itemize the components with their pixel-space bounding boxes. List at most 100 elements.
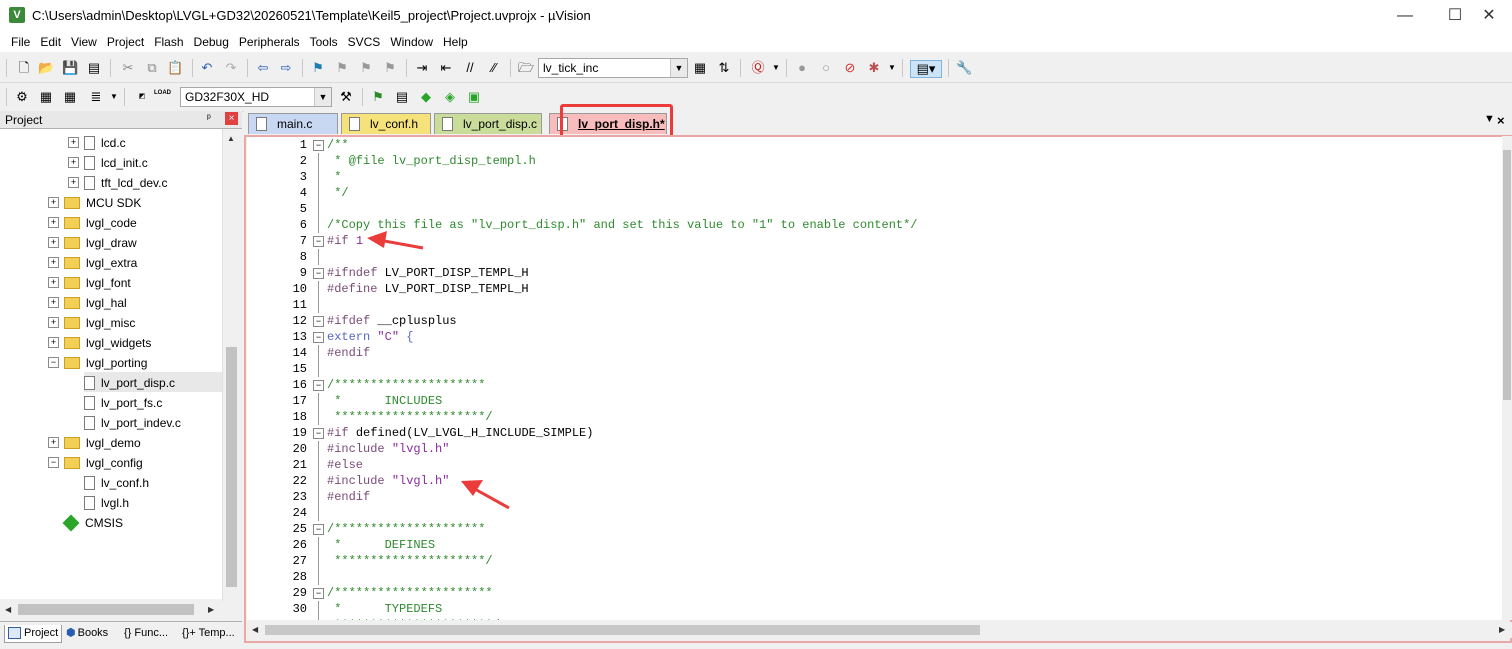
wrench-icon[interactable]: 🔧 <box>956 60 972 76</box>
tree-item-lv-port-fs-c[interactable]: lv_port_fs.c <box>84 392 162 412</box>
tab-lv-port-disp-c[interactable]: lv_port_disp.c <box>434 113 542 134</box>
copy-icon[interactable]: ⧉ <box>144 60 160 76</box>
manage-components-icon[interactable]: ▤ <box>394 89 410 105</box>
scrollbar-thumb[interactable] <box>1503 150 1511 400</box>
target-options-icon[interactable]: ⚒ <box>338 89 354 105</box>
disable-breakpoint-icon[interactable]: ○ <box>818 60 834 76</box>
menu-tools[interactable]: Tools <box>305 32 343 49</box>
target-combo[interactable]: GD32F30X_HD ▼ <box>180 87 332 107</box>
scrollbar-thumb[interactable] <box>265 625 980 635</box>
tree-item-lvgl-demo[interactable]: + lvgl_demo <box>48 432 141 452</box>
expand-icon[interactable]: + <box>48 317 59 329</box>
stop-build-icon[interactable]: ◩ <box>134 89 150 105</box>
unindent-icon[interactable]: ⇤ <box>438 60 454 76</box>
clear-bookmarks-icon[interactable]: ⚑ <box>382 60 398 76</box>
tree-item-lv-conf-h[interactable]: lv_conf.h <box>84 472 149 492</box>
expand-icon[interactable]: + <box>48 237 59 249</box>
close-window-button[interactable]: ✕ <box>1466 0 1512 32</box>
incremental-find-icon[interactable]: ⇅ <box>716 60 732 76</box>
editor-vertical-scrollbar[interactable] <box>1502 136 1512 620</box>
run-time-environment-icon[interactable]: ▣ <box>466 89 482 105</box>
scrollbar-thumb[interactable] <box>18 604 194 615</box>
batch-build-icon[interactable]: ≣ <box>88 89 104 105</box>
menu-flash[interactable]: Flash <box>149 32 188 49</box>
tab-functions[interactable]: {} Func... <box>124 625 168 642</box>
tab-lv-conf-h[interactable]: lv_conf.h <box>341 113 431 134</box>
tree-item-lvgl-porting[interactable]: − lvgl_porting <box>48 352 147 372</box>
breakpoint-icon[interactable]: ● <box>794 60 810 76</box>
select-software-packs-icon[interactable]: ◆ <box>418 89 434 105</box>
tree-item-lvgl-font[interactable]: + lvgl_font <box>48 272 131 292</box>
scroll-up-icon[interactable]: ▲ <box>227 134 235 143</box>
menu-debug[interactable]: Debug <box>189 32 234 49</box>
menu-view[interactable]: View <box>66 32 102 49</box>
minimize-button[interactable]: — <box>1382 0 1428 32</box>
menu-edit[interactable]: Edit <box>35 32 66 49</box>
scroll-right-icon[interactable]: ▶ <box>1499 625 1505 634</box>
tree-item-lvgl-misc[interactable]: + lvgl_misc <box>48 312 135 332</box>
configure-icon[interactable]: ✱ <box>866 60 882 76</box>
expand-icon[interactable]: + <box>48 337 59 349</box>
open-folder-icon[interactable]: 📂 <box>38 60 54 76</box>
tree-item-lvgl-h[interactable]: lvgl.h <box>84 492 129 512</box>
expand-icon[interactable]: + <box>68 177 79 189</box>
menu-peripherals[interactable]: Peripherals <box>234 32 305 49</box>
close-pane-icon[interactable]: × <box>225 112 238 125</box>
file-extensions-icon[interactable]: ⚑ <box>370 89 386 105</box>
save-all-icon[interactable]: ▤ <box>86 60 102 76</box>
build-icon[interactable]: ▦ <box>38 89 54 105</box>
tree-item-mcu-sdk[interactable]: + MCU SDK <box>48 192 141 212</box>
editor-horizontal-scrollbar[interactable]: ◀ ▶ <box>247 622 1512 638</box>
rebuild-icon[interactable]: ▦ <box>62 89 78 105</box>
tree-item-lvgl-widgets[interactable]: + lvgl_widgets <box>48 332 151 352</box>
kill-breakpoints-icon[interactable]: ⊘ <box>842 60 858 76</box>
collapse-icon[interactable]: − <box>48 357 59 369</box>
scroll-right-icon[interactable]: ▶ <box>208 605 214 614</box>
load-download-icon[interactable]: LOAD <box>154 89 171 105</box>
expand-icon[interactable]: + <box>48 217 59 229</box>
translate-icon[interactable]: ⚙ <box>14 89 30 105</box>
chevron-down-icon[interactable]: ▼ <box>1484 113 1495 125</box>
chevron-down-icon[interactable]: ▼ <box>670 59 687 77</box>
menu-file[interactable]: File <box>6 32 35 49</box>
pack-installer-icon[interactable]: ◈ <box>442 89 458 105</box>
new-file-icon[interactable]: 🗋 <box>16 60 32 76</box>
tab-books[interactable]: ⬢ Books <box>66 625 108 642</box>
tree-item-lvgl-extra[interactable]: + lvgl_extra <box>48 252 137 272</box>
pin-icon[interactable]: ᵖ <box>207 113 211 124</box>
menu-project[interactable]: Project <box>102 32 149 49</box>
tree-item-cmsis[interactable]: CMSIS <box>62 512 123 532</box>
tree-item-lvgl-hal[interactable]: + lvgl_hal <box>48 292 127 312</box>
tree-item-lcd-init-c[interactable]: + lcd_init.c <box>68 152 148 172</box>
window-layout-icon[interactable]: ▤▾ <box>910 60 942 78</box>
uncomment-icon[interactable]: ⁄⁄ <box>486 60 502 76</box>
expand-icon[interactable]: + <box>48 257 59 269</box>
cut-icon[interactable]: ✂ <box>120 60 136 76</box>
scrollbar-thumb[interactable] <box>226 347 237 587</box>
expand-icon[interactable]: + <box>68 157 79 169</box>
tree-item-lv-port-disp-c[interactable]: lv_port_disp.c <box>84 372 222 392</box>
code-editor[interactable]: 1 2 3 4 5 6 7 8 9 10 11 12 13 14 15 16 17 18 19 20 21 22 23 24 2… <box>247 136 1502 620</box>
debug-session-icon[interactable]: Ⓠ <box>750 60 766 76</box>
comment-icon[interactable]: // <box>462 60 478 76</box>
find-icon[interactable]: ▦ <box>692 60 708 76</box>
scroll-left-icon[interactable]: ◀ <box>252 625 258 634</box>
scroll-left-icon[interactable]: ◀ <box>5 605 11 614</box>
tree-item-lcd-c[interactable]: + lcd.c <box>68 132 126 152</box>
navigate-forward-icon[interactable]: ⇨ <box>278 60 294 76</box>
save-icon[interactable]: 💾 <box>62 60 78 76</box>
menu-svcs[interactable]: SVCS <box>343 32 386 49</box>
redo-icon[interactable]: ↷ <box>223 60 239 76</box>
bookmark-icon[interactable]: ⚑ <box>310 60 326 76</box>
navigate-back-icon[interactable]: ⇦ <box>255 60 271 76</box>
tree-item-lvgl-code[interactable]: + lvgl_code <box>48 212 137 232</box>
paste-icon[interactable]: 📋 <box>167 60 183 76</box>
tree-item-lvgl-config[interactable]: − lvgl_config <box>48 452 143 472</box>
indent-icon[interactable]: ⇥ <box>414 60 430 76</box>
tree-item-lv-port-indev-c[interactable]: lv_port_indev.c <box>84 412 181 432</box>
undo-icon[interactable]: ↶ <box>199 60 215 76</box>
prev-bookmark-icon[interactable]: ⚑ <box>334 60 350 76</box>
menu-window[interactable]: Window <box>385 32 438 49</box>
tab-main-c[interactable]: main.c <box>248 113 338 134</box>
chevron-down-icon[interactable]: ▼ <box>314 88 331 106</box>
